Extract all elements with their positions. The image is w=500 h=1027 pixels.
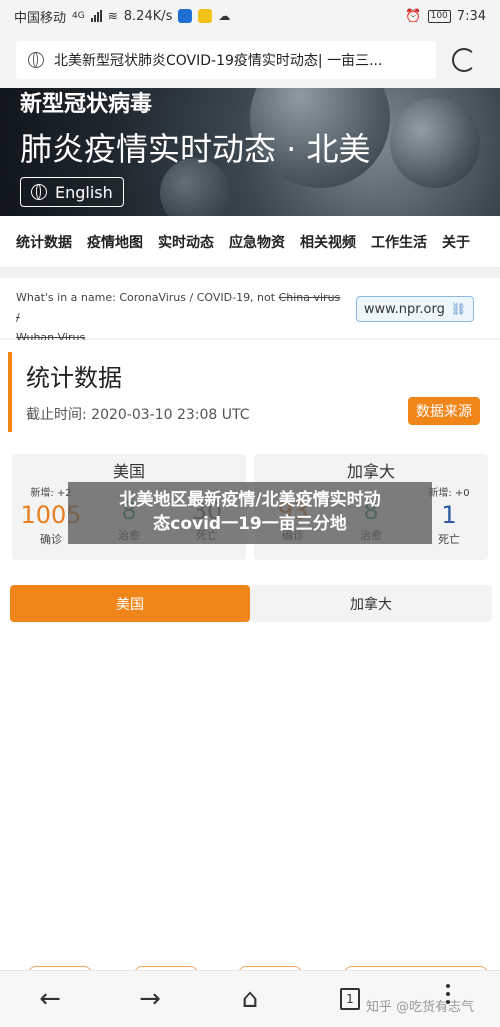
tab-live[interactable]: 实时动态 xyxy=(158,232,214,252)
tab-supplies[interactable]: 应急物资 xyxy=(229,232,285,252)
card-title: 美国 xyxy=(112,462,145,481)
carrier-label: 中国移动 xyxy=(14,10,67,26)
page-title-url: 北美新型冠状肺炎COVID-19疫情实时动态| 一亩三... xyxy=(54,53,383,69)
back-arrow-icon[interactable]: ← xyxy=(36,984,64,1014)
wifi-icon: ≋ xyxy=(107,9,118,23)
menu-icon[interactable] xyxy=(446,984,452,1004)
banner-title: 肺炎疫情实时动态 · 北美 xyxy=(20,130,371,168)
alarm-icon: ⏰ xyxy=(405,8,422,24)
globe-icon xyxy=(28,52,44,68)
cloud-icon: ☁ xyxy=(218,9,231,23)
notice-text: What's in a name: CoronaVirus / COVID-19… xyxy=(16,291,341,344)
caption-line-1: 北美地区最新疫情/北美疫情实时动 xyxy=(119,490,381,510)
speed-label: 8.24K/s xyxy=(123,8,173,24)
caption-line-2: 态covid一19一亩三分地 xyxy=(153,514,347,534)
caption-overlay: 北美地区最新疫情/北美疫情实时动 态covid一19一亩三分地 xyxy=(68,482,432,544)
tab-map[interactable]: 疫情地图 xyxy=(87,232,143,252)
shield-app-icon xyxy=(178,9,193,23)
english-button[interactable]: English xyxy=(20,177,124,207)
toggle-canada[interactable]: 加拿大 xyxy=(250,585,492,622)
watermark: 知乎 @吃货有志气 xyxy=(366,1000,475,1015)
section-title: 统计数据 xyxy=(26,364,122,392)
tab-count: 1 xyxy=(340,988,360,1010)
home-icon[interactable]: ⌂ xyxy=(236,984,264,1014)
face-app-icon xyxy=(198,9,213,23)
card-title: 加拿大 xyxy=(346,462,395,481)
battery-icon: 100 xyxy=(427,9,451,23)
cutoff-time: 截止时间: 2020-03-10 23:08 UTC xyxy=(26,407,250,423)
signal-icon xyxy=(90,10,102,22)
reload-icon[interactable] xyxy=(452,48,476,72)
stats-section: 统计数据 截止时间: 2020-03-10 23:08 UTC 数据来源 xyxy=(0,340,500,440)
status-bar: 中国移动 4G ≋ 8.24K/s ☁ ⏰ 100 7:34 xyxy=(0,0,500,32)
hero-banner: 新型冠状病毒 肺炎疫情实时动态 · 北美 English xyxy=(0,88,500,216)
english-label: English xyxy=(55,182,113,202)
virus-image xyxy=(390,98,480,188)
network-label: 4G xyxy=(72,11,85,21)
country-toggle: 美国 加拿大 xyxy=(10,585,492,622)
forward-arrow-icon[interactable]: → xyxy=(136,984,164,1014)
clock: 7:34 xyxy=(456,8,486,24)
accent-bar xyxy=(8,352,12,432)
tab-stats[interactable]: 统计数据 xyxy=(16,232,72,252)
banner-title-top: 新型冠状病毒 xyxy=(20,92,153,117)
tab-about[interactable]: 关于 xyxy=(442,232,470,252)
url-bar: 北美新型冠状肺炎COVID-19疫情实时动态| 一亩三... xyxy=(0,32,500,88)
data-source-button[interactable]: 数据来源 xyxy=(408,397,480,425)
npr-link-label: www.npr.org xyxy=(363,301,445,317)
globe-icon xyxy=(31,184,47,200)
tabs-button[interactable]: 1 xyxy=(336,985,364,1013)
toggle-us[interactable]: 美国 xyxy=(10,585,250,622)
address-field[interactable]: 北美新型冠状肺炎COVID-19疫情实时动态| 一亩三... xyxy=(16,41,436,79)
link-icon: ⛓ xyxy=(450,302,467,316)
tab-videos[interactable]: 相关视频 xyxy=(300,232,356,252)
section-tabs: 统计数据 疫情地图 实时动态 应急物资 相关视频 工作生活 关于 xyxy=(0,216,500,268)
npr-link[interactable]: www.npr.org ⛓ xyxy=(356,296,474,322)
tab-work-life[interactable]: 工作生活 xyxy=(371,232,427,252)
